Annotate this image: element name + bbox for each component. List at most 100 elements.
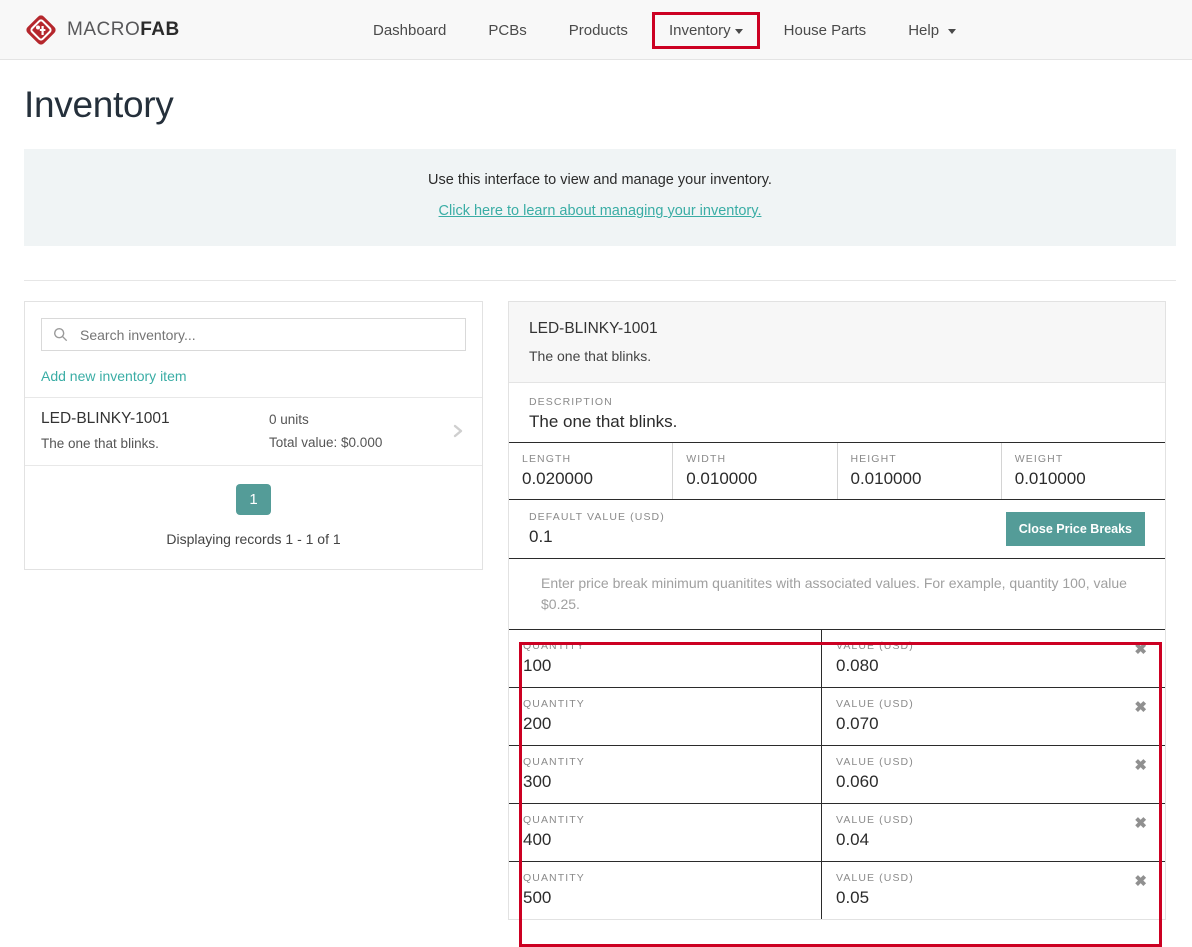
value-value: 0.060 <box>836 772 1165 792</box>
search-input[interactable] <box>78 326 465 344</box>
add-new-inventory-item-link[interactable]: Add new inventory item <box>41 368 482 384</box>
weight-label: WEIGHT <box>1015 453 1165 465</box>
price-break-help-text: Enter price break minimum quanitites wit… <box>509 559 1165 629</box>
nav-item-inventory[interactable]: Inventory <box>652 12 760 49</box>
default-value-label: DEFAULT VALUE (USD) <box>529 511 1006 523</box>
remove-price-break-icon[interactable]: ✖ <box>1134 758 1147 773</box>
quantity-label: QUANTITY <box>523 872 821 884</box>
default-value-field[interactable]: DEFAULT VALUE (USD) 0.1 <box>529 511 1006 547</box>
list-item-units: 0 units <box>269 412 450 427</box>
price-break-quantity-field[interactable]: QUANTITY 300 <box>509 746 822 803</box>
main-content: Add new inventory item LED-BLINKY-1001 T… <box>0 301 1192 920</box>
brand-wordmark: MACROFAB <box>67 19 180 41</box>
detail-title: LED-BLINKY-1001 <box>529 320 1145 338</box>
price-break-quantity-field[interactable]: QUANTITY 400 <box>509 804 822 861</box>
chevron-down-icon <box>735 29 743 34</box>
width-field[interactable]: WIDTH 0.010000 <box>673 443 837 499</box>
price-break-value-field[interactable]: VALUE (USD) 0.05 ✖ <box>822 862 1165 919</box>
info-banner-link[interactable]: Click here to learn about managing your … <box>439 203 762 219</box>
brand-macro-text: MACRO <box>67 19 140 41</box>
width-label: WIDTH <box>686 453 836 465</box>
table-row: QUANTITY 100 VALUE (USD) 0.080 ✖ <box>509 630 1165 688</box>
value-value: 0.04 <box>836 830 1165 850</box>
table-row: QUANTITY 400 VALUE (USD) 0.04 ✖ <box>509 804 1165 862</box>
nav-item-inventory-label: Inventory <box>669 22 731 39</box>
nav-item-help-label: Help <box>908 22 939 39</box>
value-label: VALUE (USD) <box>836 756 1165 768</box>
description-field[interactable]: DESCRIPTION The one that blinks. <box>509 383 1165 443</box>
width-value: 0.010000 <box>686 469 836 489</box>
value-value: 0.070 <box>836 714 1165 734</box>
price-break-quantity-field[interactable]: QUANTITY 500 <box>509 862 822 919</box>
height-field[interactable]: HEIGHT 0.010000 <box>838 443 1002 499</box>
nav-links: Dashboard PCBs Products Inventory House … <box>352 0 977 60</box>
nav-item-pcbs[interactable]: PCBs <box>467 12 547 49</box>
height-label: HEIGHT <box>851 453 1001 465</box>
price-break-quantity-field[interactable]: QUANTITY 200 <box>509 688 822 745</box>
price-break-value-field[interactable]: VALUE (USD) 0.060 ✖ <box>822 746 1165 803</box>
length-field[interactable]: LENGTH 0.020000 <box>509 443 673 499</box>
quantity-value: 100 <box>523 656 821 676</box>
search-icon <box>53 327 68 342</box>
description-label: DESCRIPTION <box>529 396 1145 408</box>
list-item-description: The one that blinks. <box>41 436 269 451</box>
remove-price-break-icon[interactable]: ✖ <box>1134 700 1147 715</box>
price-break-value-field[interactable]: VALUE (USD) 0.080 ✖ <box>822 630 1165 687</box>
inventory-detail-panel: LED-BLINKY-1001 The one that blinks. DES… <box>508 301 1166 920</box>
weight-field[interactable]: WEIGHT 0.010000 <box>1002 443 1165 499</box>
nav-item-dashboard[interactable]: Dashboard <box>352 12 467 49</box>
value-label: VALUE (USD) <box>836 814 1165 826</box>
quantity-value: 200 <box>523 714 821 734</box>
height-value: 0.010000 <box>851 469 1001 489</box>
price-break-value-field[interactable]: VALUE (USD) 0.070 ✖ <box>822 688 1165 745</box>
quantity-label: QUANTITY <box>523 698 821 710</box>
inventory-list-panel: Add new inventory item LED-BLINKY-1001 T… <box>24 301 483 570</box>
brand-logo[interactable]: MACROFAB <box>24 13 180 47</box>
list-item-secondary: 0 units Total value: $0.000 <box>269 412 450 450</box>
table-row: QUANTITY 500 VALUE (USD) 0.05 ✖ <box>509 862 1165 919</box>
nav-item-products[interactable]: Products <box>548 12 649 49</box>
quantity-label: QUANTITY <box>523 640 821 652</box>
quantity-label: QUANTITY <box>523 814 821 826</box>
remove-price-break-icon[interactable]: ✖ <box>1134 816 1147 831</box>
brand-fab-text: FAB <box>140 19 180 41</box>
list-item-total-value: Total value: $0.000 <box>269 435 450 450</box>
value-label: VALUE (USD) <box>836 872 1165 884</box>
pagination: 1 Displaying records 1 - 1 of 1 <box>25 466 482 569</box>
value-value: 0.080 <box>836 656 1165 676</box>
top-navbar: MACROFAB Dashboard PCBs Products Invento… <box>0 0 1192 60</box>
chevron-down-icon <box>948 29 956 34</box>
detail-header: LED-BLINKY-1001 The one that blinks. <box>509 302 1165 383</box>
page-title: Inventory <box>24 84 1192 126</box>
remove-price-break-icon[interactable]: ✖ <box>1134 642 1147 657</box>
remove-price-break-icon[interactable]: ✖ <box>1134 874 1147 889</box>
table-row: QUANTITY 300 VALUE (USD) 0.060 ✖ <box>509 746 1165 804</box>
value-label: VALUE (USD) <box>836 640 1165 652</box>
quantity-value: 400 <box>523 830 821 850</box>
macrofab-logo-icon <box>24 13 58 47</box>
chevron-right-icon[interactable] <box>450 423 466 439</box>
search-box[interactable] <box>41 318 466 351</box>
price-break-quantity-field[interactable]: QUANTITY 100 <box>509 630 822 687</box>
length-label: LENGTH <box>522 453 672 465</box>
value-value: 0.05 <box>836 888 1165 908</box>
length-value: 0.020000 <box>522 469 672 489</box>
info-banner-text: Use this interface to view and manage yo… <box>34 172 1166 188</box>
quantity-label: QUANTITY <box>523 756 821 768</box>
price-breaks-table: QUANTITY 100 VALUE (USD) 0.080 ✖ QUANTIT… <box>509 629 1165 919</box>
list-item-name: LED-BLINKY-1001 <box>41 410 269 428</box>
list-item[interactable]: LED-BLINKY-1001 The one that blinks. 0 u… <box>25 398 482 466</box>
quantity-value: 300 <box>523 772 821 792</box>
table-row: QUANTITY 200 VALUE (USD) 0.070 ✖ <box>509 688 1165 746</box>
nav-item-house-parts[interactable]: House Parts <box>763 12 888 49</box>
weight-value: 0.010000 <box>1015 469 1165 489</box>
nav-item-help[interactable]: Help <box>887 12 977 49</box>
dimensions-row: LENGTH 0.020000 WIDTH 0.010000 HEIGHT 0.… <box>509 443 1165 500</box>
description-value: The one that blinks. <box>529 412 1145 432</box>
section-divider <box>24 280 1176 281</box>
pagination-page-1[interactable]: 1 <box>236 484 270 515</box>
search-wrapper <box>25 302 482 351</box>
close-price-breaks-button[interactable]: Close Price Breaks <box>1006 512 1145 546</box>
price-break-value-field[interactable]: VALUE (USD) 0.04 ✖ <box>822 804 1165 861</box>
detail-subtitle: The one that blinks. <box>529 348 1145 364</box>
